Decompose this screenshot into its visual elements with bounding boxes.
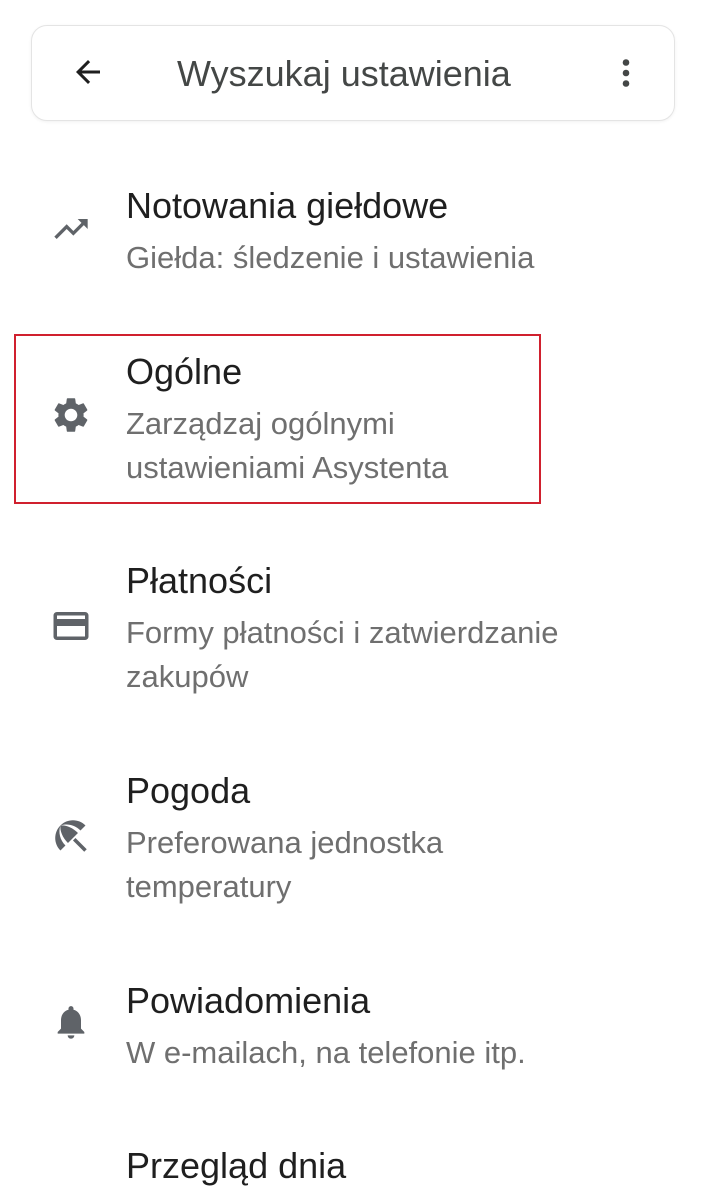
back-button[interactable]: [68, 52, 108, 92]
item-title: Powiadomienia: [126, 980, 371, 1021]
more-options-button[interactable]: [606, 50, 646, 96]
credit-card-icon: [50, 605, 92, 647]
item-title: Płatności: [126, 560, 273, 601]
item-subtitle: Formy płatności i zatwierdzanie zakupów: [126, 615, 559, 694]
item-subtitle: Zarządzaj ogólnymi ustawieniami Asystent…: [126, 406, 449, 485]
trending-up-icon: [50, 208, 92, 250]
item-subtitle: W e-mailach, na telefonie itp.: [126, 1035, 526, 1070]
item-title: Pogoda: [126, 770, 251, 811]
bell-icon: [50, 1001, 92, 1043]
search-input[interactable]: Wyszukaj ustawienia: [177, 53, 511, 95]
beach-umbrella-icon: [50, 815, 92, 857]
settings-item-weather[interactable]: Pogoda Preferowana jednostka temperatury: [0, 755, 707, 925]
arrow-back-icon: [76, 60, 100, 84]
search-bar[interactable]: Wyszukaj ustawienia: [31, 25, 675, 121]
item-title: Przegląd dnia: [126, 1145, 347, 1186]
more-vert-icon: [622, 59, 630, 87]
settings-item-stocks[interactable]: Notowania giełdowe Giełda: śledzenie i u…: [0, 170, 707, 300]
item-title: Ogólne: [126, 351, 243, 392]
item-title: Notowania giełdowe: [126, 185, 449, 226]
settings-item-daily-overview[interactable]: Przegląd dnia: [0, 1140, 707, 1200]
gear-icon: [50, 394, 92, 436]
item-subtitle: Giełda: śledzenie i ustawienia: [126, 240, 535, 275]
item-subtitle: Preferowana jednostka temperatury: [126, 825, 444, 904]
settings-item-general[interactable]: Ogólne Zarządzaj ogólnymi ustawieniami A…: [0, 334, 707, 504]
settings-page: Wyszukaj ustawienia Notowania giełdowe G…: [0, 0, 707, 1200]
settings-item-payments[interactable]: Płatności Formy płatności i zatwierdzani…: [0, 545, 707, 715]
settings-item-notifications[interactable]: Powiadomienia W e-mailach, na telefonie …: [0, 965, 707, 1095]
